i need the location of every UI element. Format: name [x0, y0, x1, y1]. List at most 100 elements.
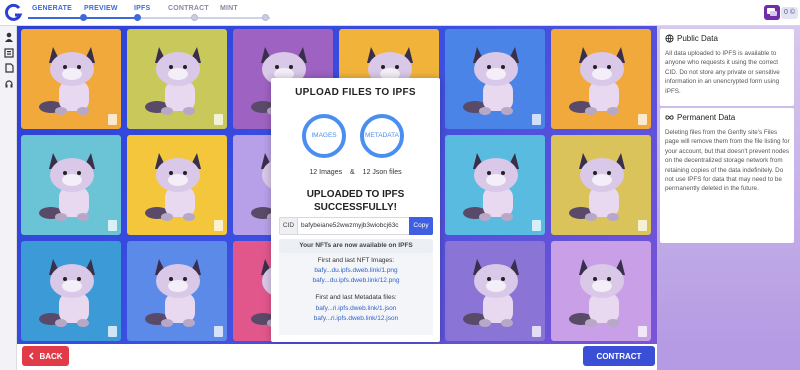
user-button[interactable]: [2, 30, 15, 43]
nft-tile[interactable]: [21, 29, 121, 129]
modal-title: UPLOAD FILES TO IPFS: [295, 87, 416, 98]
json-count: 12 Json files: [362, 169, 402, 176]
nft-tile[interactable]: [21, 241, 121, 341]
raccoon-image: [145, 259, 201, 327]
step-dot: [80, 14, 87, 21]
support-button[interactable]: [2, 77, 15, 90]
step-contract[interactable]: CONTRACT: [168, 5, 209, 12]
genfty-logo-icon[interactable]: [4, 3, 24, 23]
ampersand: &: [350, 169, 355, 176]
headset-icon: [4, 79, 13, 87]
ipfs-available-notice: Your NFTs are now available on IPFS: [279, 239, 433, 253]
raccoon-image: [39, 259, 95, 327]
globe-icon: [665, 34, 674, 43]
permanent-title-text: Permanent Data: [677, 113, 736, 122]
top-bar: GENERATE PREVIEW IPFS CONTRACT MINT 0 ©: [0, 0, 800, 26]
success-line-2: SUCCESSFULLY!: [314, 202, 397, 213]
step-dot: [262, 14, 269, 21]
images-progress-ring: IMAGES: [302, 114, 346, 158]
public-data-title: Public Data: [665, 34, 718, 43]
file-icon: [638, 114, 647, 125]
nft-tile[interactable]: [551, 29, 651, 129]
meta-first-link[interactable]: bafy...ri.ipfs.dweb.link/1.json: [279, 305, 433, 312]
cid-field: CID bafybeiane52wwzmyjb3wiobcj63c Copy: [279, 217, 433, 235]
progress-steps: GENERATE PREVIEW IPFS CONTRACT MINT: [26, 0, 270, 26]
raccoon-image: [463, 47, 519, 115]
nft-tile[interactable]: [127, 135, 227, 235]
file-icon: [638, 326, 647, 337]
file-icon: [532, 326, 541, 337]
file-icon: [214, 220, 223, 231]
metadata-ring-label: METADATA: [365, 132, 399, 139]
user-icon: [4, 32, 13, 42]
chevron-left-icon: [29, 352, 34, 360]
success-message: UPLOADED TO IPFS SUCCESSFULLY!: [271, 188, 440, 214]
success-line-1: UPLOADED TO IPFS: [306, 189, 405, 200]
nft-tile[interactable]: [21, 135, 121, 235]
step-ipfs[interactable]: IPFS: [134, 5, 150, 12]
step-generate[interactable]: GENERATE: [32, 5, 72, 12]
raccoon-image: [569, 259, 625, 327]
raccoon-image: [145, 153, 201, 221]
nft-tile[interactable]: [445, 135, 545, 235]
upload-counts: 12 Images & 12 Json files: [271, 169, 440, 176]
document-button[interactable]: [2, 61, 15, 74]
raccoon-image: [463, 153, 519, 221]
meta-last-link[interactable]: bafy...ri.ipfs.dweb.link/12.json: [279, 315, 433, 322]
images-ring-label: IMAGES: [311, 132, 337, 139]
main-area: UPLOAD FILES TO IPFS IMAGES METADATA 12 …: [17, 26, 657, 344]
file-icon: [214, 114, 223, 125]
file-icon: [108, 326, 117, 337]
bottom-bar: BACK CONTRACT: [17, 344, 657, 370]
raccoon-image: [145, 47, 201, 115]
chat-icon: [767, 8, 777, 16]
nft-tile[interactable]: [127, 29, 227, 129]
nft-tile[interactable]: [551, 241, 651, 341]
cid-label: CID: [280, 218, 298, 234]
step-dot: [191, 14, 198, 21]
images-heading: First and last NFT Images:: [317, 257, 395, 264]
public-data-body: All data uploaded to IPFS is available t…: [665, 50, 780, 95]
file-icon: [532, 114, 541, 125]
step-mint[interactable]: MINT: [220, 5, 238, 12]
infinity-icon: [665, 115, 674, 120]
image-first-link[interactable]: bafy...du.ipfs.dweb.link/1.png: [279, 267, 433, 274]
file-icon: [214, 326, 223, 337]
metadata-progress-ring: METADATA: [360, 114, 404, 158]
file-icon: [638, 220, 647, 231]
back-button[interactable]: BACK: [22, 346, 69, 366]
files-links-box: First and last NFT Images: bafy...du.ipf…: [279, 253, 433, 335]
nft-tile[interactable]: [445, 29, 545, 129]
raccoon-image: [39, 47, 95, 115]
raccoon-image: [569, 47, 625, 115]
chat-button[interactable]: [764, 5, 780, 20]
image-last-link[interactable]: bafy...du.ipfs.dweb.link/12.png: [279, 277, 433, 284]
ipfs-upload-modal: UPLOAD FILES TO IPFS IMAGES METADATA 12 …: [271, 78, 440, 342]
nft-tile[interactable]: [551, 135, 651, 235]
contract-button[interactable]: CONTRACT: [583, 346, 655, 366]
credits-badge: 0 ©: [781, 7, 798, 19]
copy-button[interactable]: Copy: [409, 217, 433, 235]
permanent-data-card: Permanent Data Deleting files from the G…: [660, 108, 794, 243]
raccoon-image: [463, 259, 519, 327]
raccoon-image: [569, 153, 625, 221]
metadata-heading: First and last Metadata files:: [315, 294, 397, 301]
file-icon: [108, 114, 117, 125]
raccoon-image: [39, 153, 95, 221]
files-button[interactable]: [2, 46, 15, 59]
files-icon: [3, 47, 14, 58]
public-data-card: Public Data All data uploaded to IPFS is…: [660, 29, 794, 106]
permanent-data-body: Deleting files from the Genfty site's Fi…: [665, 129, 790, 193]
left-rail: [0, 26, 17, 370]
file-icon: [532, 220, 541, 231]
file-icon: [108, 220, 117, 231]
cid-value[interactable]: bafybeiane52wwzmyjb3wiobcj63c: [301, 218, 409, 234]
document-icon: [4, 62, 14, 73]
info-panel-footer: [657, 344, 800, 370]
info-panel: Public Data All data uploaded to IPFS is…: [657, 26, 800, 344]
images-count: 12 Images: [309, 169, 343, 176]
step-dot: [134, 14, 141, 21]
nft-tile[interactable]: [127, 241, 227, 341]
nft-tile[interactable]: [445, 241, 545, 341]
step-preview[interactable]: PREVIEW: [84, 5, 118, 12]
